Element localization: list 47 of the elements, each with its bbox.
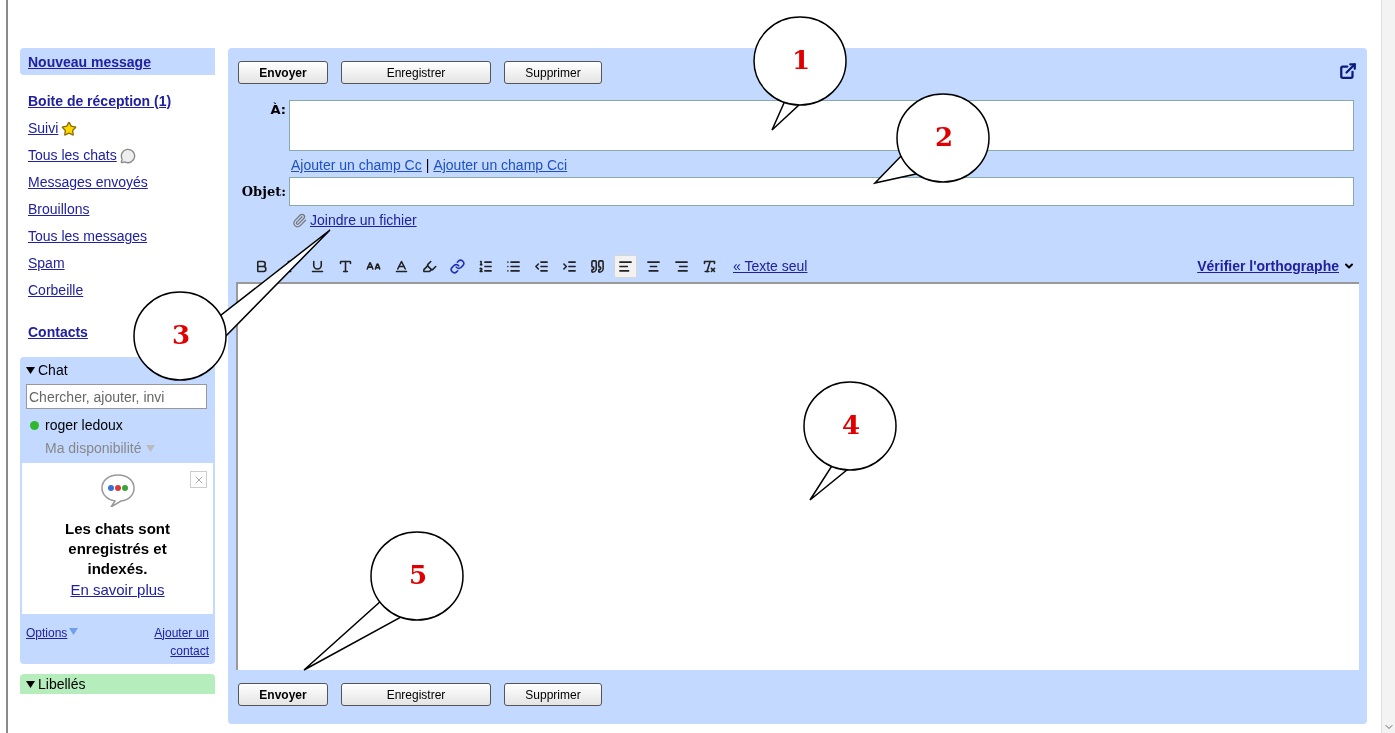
message-body-field[interactable] [236, 282, 1359, 670]
sidebar-item[interactable]: Tous les messages [28, 226, 148, 247]
promo-text: Les chats sont enregistrés et indexés. [64, 519, 171, 579]
speech-bubble-icon [119, 147, 136, 164]
talk-bubble-icon [99, 473, 136, 507]
save-button[interactable]: Enregistrer [341, 683, 491, 706]
sidebar-item[interactable]: Corbeille [28, 280, 84, 301]
sidebar-item[interactable]: Suivi [28, 118, 59, 139]
send-button[interactable]: Envoyer [238, 61, 328, 84]
link-separator: | [425, 156, 430, 175]
add-cc-link[interactable]: Ajouter un champ Cc [291, 155, 422, 176]
pop-out-icon[interactable] [1339, 62, 1357, 80]
labels-title[interactable]: Libellés [38, 674, 86, 695]
discard-button[interactable]: Supprimer [504, 683, 602, 706]
add-contact-link[interactable]: Ajouter un contact [129, 623, 209, 660]
labels-panel-header[interactable]: Libellés [20, 673, 215, 694]
discard-button[interactable]: Supprimer [504, 61, 602, 84]
sidebar-item[interactable]: Spam [28, 253, 65, 274]
send-button[interactable]: Envoyer [238, 683, 328, 706]
sidebar-item[interactable]: Brouillons [28, 199, 90, 220]
sidebar-item[interactable]: Messages envoyés [28, 172, 148, 193]
expand-triangle-icon[interactable] [26, 680, 35, 689]
spellcheck-link[interactable]: Vérifier l'orthographe [1197, 255, 1339, 277]
subject-label: Objet: [240, 182, 287, 201]
chat-search-field[interactable]: Chercher, ajouter, invi [26, 384, 207, 409]
paperclip-icon [292, 213, 307, 228]
expand-triangle-icon[interactable] [26, 366, 35, 375]
callout-number: 5 [409, 562, 428, 588]
sidebar-item[interactable]: Boite de réception (1) [28, 91, 172, 112]
contacts-link[interactable]: Contacts [28, 324, 88, 340]
align-left-icon[interactable] [614, 254, 637, 278]
attach-file-link[interactable]: Joindre un fichier [310, 210, 417, 231]
to-label: À: [269, 101, 287, 119]
callout-number: 3 [172, 322, 191, 348]
sidebar-item[interactable]: Tous les chats [28, 145, 117, 166]
options-link[interactable]: Options [26, 623, 68, 642]
plain-text-link[interactable]: « Texte seul [733, 255, 808, 277]
learn-more-link[interactable]: En savoir plus [70, 579, 165, 602]
callout-number: 1 [792, 47, 811, 73]
scrollbar[interactable] [1381, 0, 1395, 733]
add-bcc-link[interactable]: Ajouter un champ Cci [433, 155, 568, 176]
contact-name[interactable]: roger ledoux [45, 415, 123, 436]
save-button[interactable]: Enregistrer [341, 61, 491, 84]
callout-number: 4 [842, 412, 861, 438]
callout-number: 2 [935, 124, 954, 150]
chat-title[interactable]: Chat [38, 360, 68, 381]
star-icon [61, 120, 78, 137]
